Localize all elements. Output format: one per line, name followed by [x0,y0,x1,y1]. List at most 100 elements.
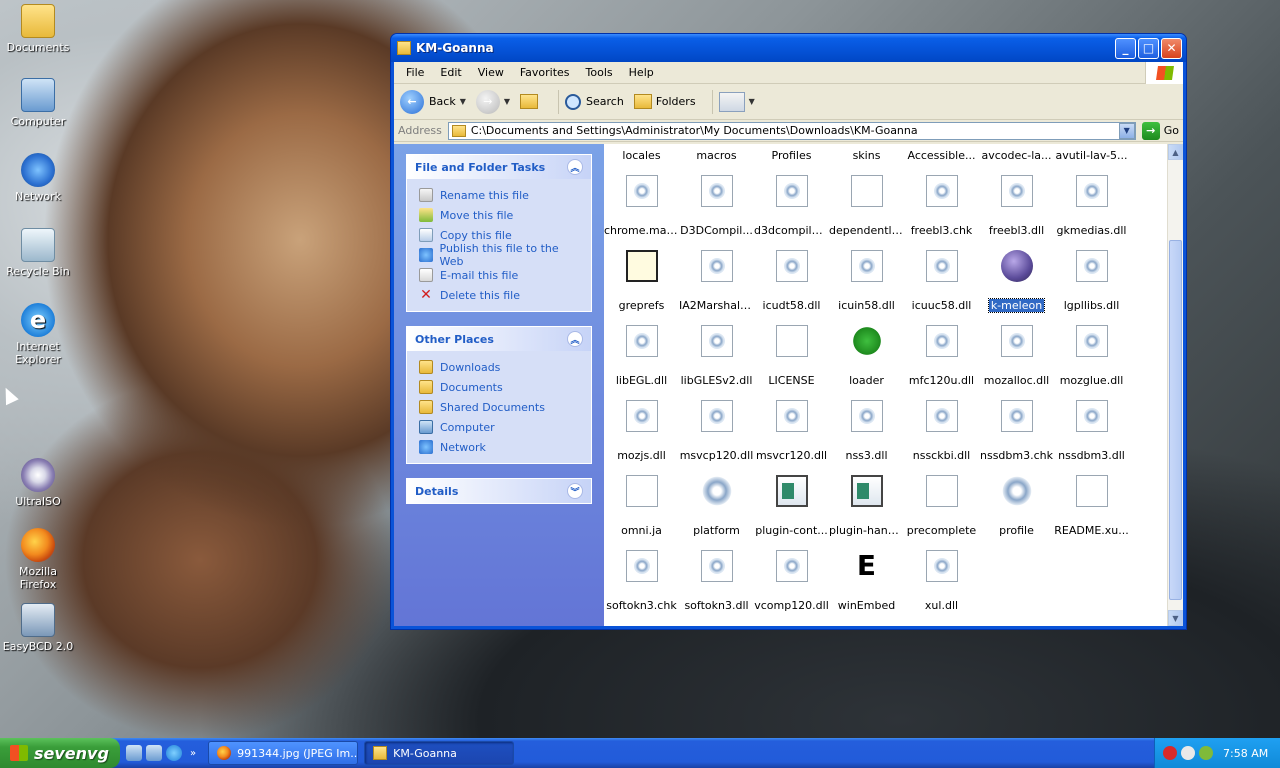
taskbar-button-firefox[interactable]: 991344.jpg (JPEG Im... [208,741,359,765]
file-item[interactable]: LICENSE [754,311,829,387]
place-network[interactable]: Network [419,437,581,457]
file-item[interactable]: icuuc58.dll [904,236,979,312]
file-item[interactable]: skins [829,144,904,162]
file-item[interactable]: msvcr120.dll [754,386,829,462]
file-item[interactable]: nssckbi.dll [904,386,979,462]
panel-header[interactable]: File and Folder Tasks ︽ [407,155,591,179]
desktop-icon-recycle-bin[interactable]: Recycle Bin [0,228,76,278]
desktop-icon-firefox[interactable]: Mozilla Firefox [0,528,76,591]
collapse-icon[interactable]: ︽ [567,331,583,347]
file-item[interactable]: mfc120u.dll [904,311,979,387]
file-item[interactable]: lgpllibs.dll [1054,236,1129,312]
file-item[interactable]: msvcp120.dll [679,386,754,462]
file-item[interactable]: Accessible... [904,144,979,162]
file-item[interactable]: freebl3.chk [904,161,979,237]
views-button[interactable]: ▼ [718,91,755,112]
minimize-button[interactable]: _ [1115,37,1136,59]
file-item[interactable]: softokn3.dll [679,536,754,612]
file-item[interactable]: gkmedias.dll [1054,161,1129,237]
file-item[interactable]: mozjs.dll [604,386,679,462]
taskbar-button-km-goanna[interactable]: KM-Goanna [364,741,515,765]
file-item[interactable]: greprefs [604,236,679,312]
collapse-icon[interactable]: ︽ [567,159,583,175]
back-button[interactable]: ← Back ▼ [400,89,466,114]
address-dropdown-button[interactable]: ▼ [1118,122,1135,139]
file-item[interactable]: xul.dll [904,536,979,612]
file-item[interactable]: softokn3.chk [604,536,679,612]
menu-file[interactable]: File [398,66,432,79]
menu-tools[interactable]: Tools [578,66,621,79]
file-item[interactable]: loader [829,311,904,387]
ie-icon[interactable] [166,745,182,761]
place-shared-documents[interactable]: Shared Documents [419,397,581,417]
file-item[interactable]: EwinEmbed [829,536,904,613]
expand-icon[interactable]: ︾ [567,483,583,499]
close-button[interactable]: ✕ [1161,37,1182,59]
menu-help[interactable]: Help [621,66,662,79]
file-item[interactable]: plugin-cont... [754,461,829,537]
clock[interactable]: 7:58 AM [1223,747,1268,760]
file-item[interactable]: chrome.man... [604,161,679,237]
chevron-more-icon[interactable]: » [190,748,196,759]
file-item[interactable]: Profiles [754,144,829,162]
maximize-button[interactable]: □ [1138,37,1159,59]
file-item[interactable]: platform [679,461,754,537]
safely-remove-icon[interactable] [1199,746,1213,760]
file-item[interactable]: D3DCompil... [679,161,754,237]
file-item[interactable]: k-meleon [979,236,1054,313]
vertical-scrollbar[interactable]: ▲ ▼ [1167,144,1183,626]
menu-favorites[interactable]: Favorites [512,66,578,79]
scroll-up-button[interactable]: ▲ [1168,144,1183,160]
file-item[interactable]: omni.ja [604,461,679,537]
desktop-icon-easybcd[interactable]: EasyBCD 2.0 [0,603,76,653]
forward-button[interactable]: → ▼ [475,89,510,114]
file-item[interactable]: nssdbm3.dll [1054,386,1129,462]
file-item[interactable]: icuin58.dll [829,236,904,312]
scroll-thumb[interactable] [1169,240,1182,600]
file-item[interactable]: macros [679,144,754,162]
file-item[interactable]: mozglue.dll [1054,311,1129,387]
network-tray-icon[interactable] [1181,746,1195,760]
menu-edit[interactable]: Edit [432,66,469,79]
file-item[interactable]: IA2Marshal.dll [679,236,754,312]
file-item[interactable]: avcodec-la... [979,144,1054,162]
file-item[interactable]: freebl3.dll [979,161,1054,237]
task-rename-file[interactable]: Rename this file [419,185,581,205]
file-item[interactable]: vcomp120.dll [754,536,829,612]
task-delete-file[interactable]: ✕ Delete this file [419,285,581,305]
file-item[interactable]: icudt58.dll [754,236,829,312]
task-email-file[interactable]: E-mail this file [419,265,581,285]
file-item[interactable]: mozalloc.dll [979,311,1054,387]
task-move-file[interactable]: Move this file [419,205,581,225]
desktop-icon-documents[interactable]: Documents [0,4,76,54]
desktop-icon-computer[interactable]: Computer [0,78,76,128]
place-computer[interactable]: Computer [419,417,581,437]
file-item[interactable]: README.xu... [1054,461,1129,537]
place-downloads[interactable]: Downloads [419,357,581,377]
desktop-icon-network[interactable]: Network [0,153,76,203]
file-item[interactable]: nssdbm3.chk [979,386,1054,462]
file-item[interactable]: dependentli... [829,161,904,237]
file-item[interactable]: precomplete [904,461,979,537]
up-button[interactable] [520,94,542,109]
go-button[interactable]: → Go [1141,121,1179,140]
file-item[interactable]: nss3.dll [829,386,904,462]
show-desktop-icon[interactable] [126,745,142,761]
menu-view[interactable]: View [470,66,512,79]
title-bar[interactable]: KM-Goanna _ □ ✕ [391,34,1186,62]
file-item[interactable]: d3dcompiler... [754,161,829,237]
place-documents[interactable]: Documents [419,377,581,397]
file-item[interactable]: libGLESv2.dll [679,311,754,387]
scroll-down-button[interactable]: ▼ [1168,610,1183,626]
address-input[interactable]: C:\Documents and Settings\Administrator\… [447,121,1136,140]
folders-button[interactable]: Folders [633,94,696,109]
task-publish-file[interactable]: Publish this file to the Web [419,242,581,268]
security-shield-icon[interactable] [1163,746,1177,760]
file-item[interactable]: libEGL.dll [604,311,679,387]
file-item[interactable]: profile [979,461,1054,537]
file-item[interactable]: locales [604,144,679,162]
search-button[interactable]: Search [565,93,624,110]
start-button[interactable]: sevenvg [0,738,120,768]
desktop-icon-ultraiso[interactable]: UltraISO [0,458,76,508]
desktop-icon-internet-explorer[interactable]: e Internet Explorer [0,303,76,366]
